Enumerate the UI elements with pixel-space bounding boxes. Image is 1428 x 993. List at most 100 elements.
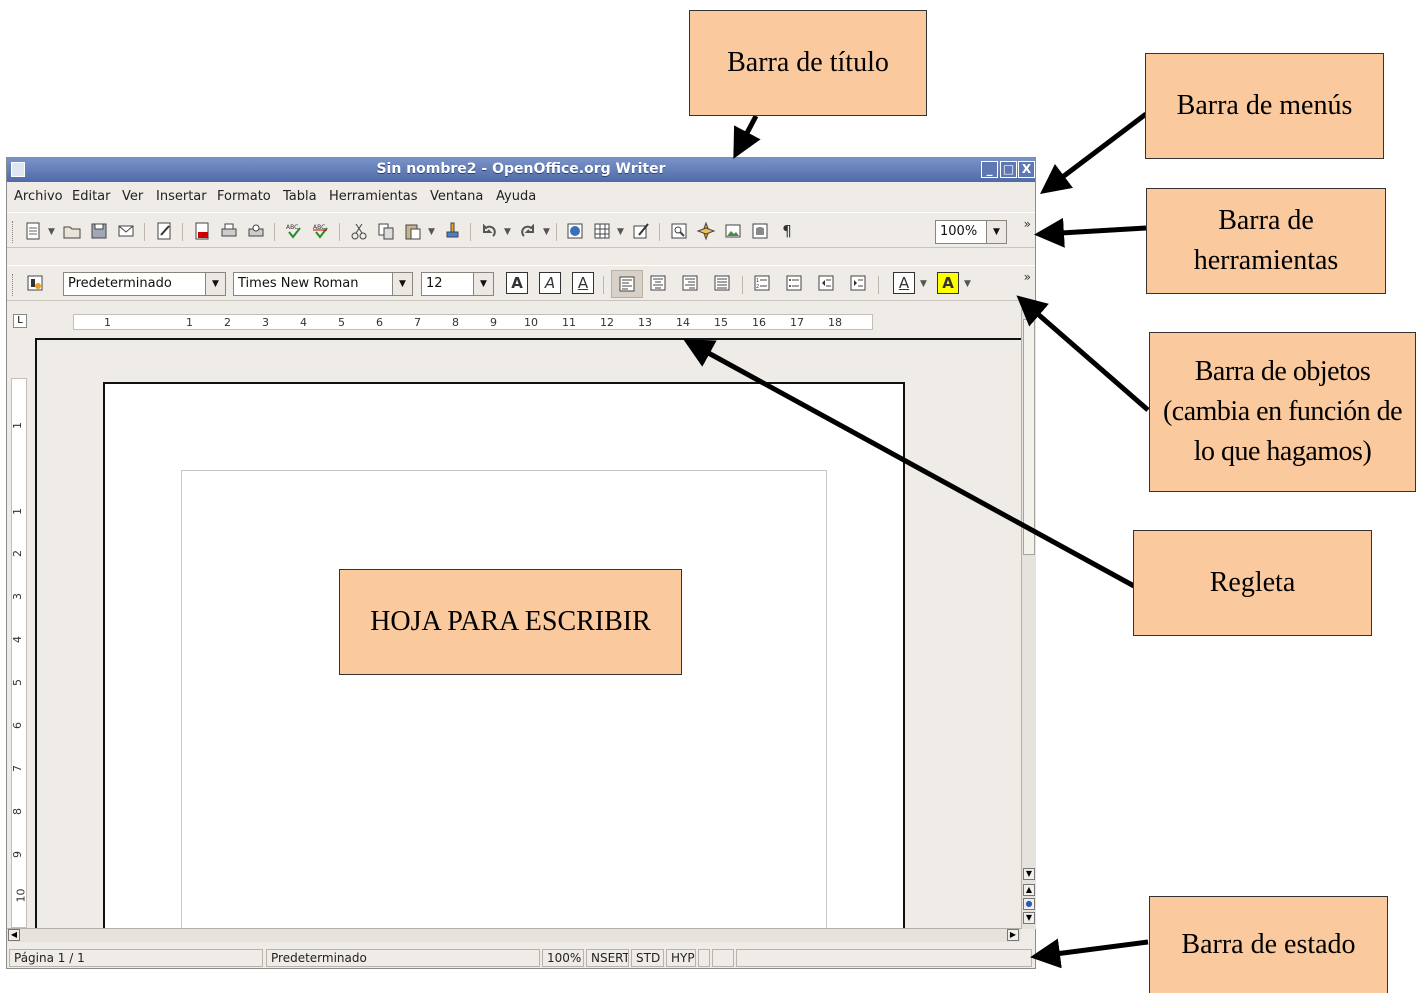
ruler-tick: 8 (11, 808, 24, 815)
undo-icon[interactable] (478, 220, 500, 242)
dropdown-arrow-icon[interactable]: ▼ (617, 227, 624, 237)
dropdown-arrow-icon[interactable]: ▼ (920, 279, 927, 289)
gallery-icon[interactable] (722, 220, 744, 242)
next-page-icon[interactable]: ▼ (1023, 912, 1035, 924)
find-replace-icon[interactable] (668, 220, 690, 242)
text-boundary[interactable] (181, 470, 827, 940)
hyperlink-icon[interactable] (564, 220, 586, 242)
align-left-button[interactable] (611, 270, 643, 298)
navigation-icon[interactable]: ● (1023, 898, 1035, 910)
font-name-combo[interactable]: Times New Roman ▼ (233, 272, 413, 296)
maximize-button[interactable]: □ (1000, 161, 1017, 178)
cut-icon[interactable] (348, 220, 370, 242)
autospellcheck-icon[interactable]: ABC (310, 220, 332, 242)
dropdown-arrow-icon[interactable]: ▼ (428, 227, 435, 237)
font-color-button[interactable]: A (893, 272, 915, 294)
menu-insertar[interactable]: Insertar (156, 189, 207, 204)
numbered-list-icon[interactable]: 12 (751, 272, 773, 294)
zoom-combo[interactable]: 100% ▼ (935, 220, 1007, 244)
align-center-icon[interactable] (647, 272, 669, 294)
styles-formatting-icon[interactable] (24, 272, 46, 294)
bullet-list-icon[interactable] (783, 272, 805, 294)
menu-ayuda[interactable]: Ayuda (496, 189, 536, 204)
status-zoom[interactable]: 100% (542, 949, 584, 967)
table-icon[interactable] (591, 220, 613, 242)
status-style[interactable]: Predeterminado (266, 949, 540, 967)
new-document-icon[interactable] (22, 220, 44, 242)
vertical-scrollbar[interactable]: ▼ ▲ ● ▼ (1021, 309, 1036, 929)
dropdown-arrow-icon[interactable]: ▼ (964, 279, 971, 289)
dropdown-arrow-icon[interactable]: ▼ (543, 227, 550, 237)
decrease-indent-icon[interactable] (815, 272, 837, 294)
export-pdf-icon[interactable] (191, 220, 213, 242)
open-folder-icon[interactable] (61, 220, 83, 242)
underline-button[interactable]: A (572, 272, 594, 294)
status-insert[interactable]: NSERT (586, 949, 629, 967)
close-button[interactable]: X (1018, 161, 1035, 178)
navigator-icon[interactable] (695, 220, 717, 242)
separator (339, 223, 340, 241)
paragraph-style-value: Predeterminado (68, 276, 172, 291)
chevron-down-icon[interactable]: ▼ (205, 273, 225, 295)
menu-herramientas[interactable]: Herramientas (329, 189, 418, 204)
redo-icon[interactable] (517, 220, 539, 242)
highlight-button[interactable]: A (937, 272, 959, 294)
bold-button[interactable]: A (506, 272, 528, 294)
data-sources-icon[interactable] (749, 220, 771, 242)
previous-page-icon[interactable]: ▲ (1023, 884, 1035, 896)
label-menu-bar: Barra de menús (1145, 53, 1384, 159)
dropdown-arrow-icon[interactable]: ▼ (504, 227, 511, 237)
format-paintbrush-icon[interactable] (441, 220, 463, 242)
minimize-button[interactable]: _ (981, 161, 998, 178)
status-selection[interactable]: STD (631, 949, 664, 967)
menu-editar[interactable]: Editar (72, 189, 111, 204)
toolbar-overflow-icon[interactable]: » (1024, 217, 1031, 231)
ruler-tick: 2 (11, 550, 24, 557)
paragraph-style-combo[interactable]: Predeterminado ▼ (63, 272, 226, 296)
horizontal-ruler[interactable]: 1 1 2 3 4 5 6 7 8 9 10 11 12 13 14 15 16… (73, 314, 873, 330)
draw-icon[interactable] (630, 220, 652, 242)
menu-formato[interactable]: Formato (217, 189, 271, 204)
menu-tabla[interactable]: Tabla (283, 189, 317, 204)
menu-archivo[interactable]: Archivo (14, 189, 63, 204)
separator (556, 223, 557, 241)
status-modified[interactable] (698, 949, 710, 967)
vertical-ruler[interactable]: 1 1 2 3 4 5 6 7 8 9 10 (11, 378, 28, 928)
print-icon[interactable] (218, 220, 240, 242)
chevron-down-icon[interactable]: ▼ (986, 221, 1006, 243)
italic-button[interactable]: A (539, 272, 561, 294)
zoom-value: 100% (940, 224, 978, 239)
dropdown-arrow-icon[interactable]: ▼ (48, 227, 55, 237)
toolbar-grip[interactable] (12, 221, 15, 243)
chevron-down-icon[interactable]: ▼ (392, 273, 412, 295)
spellcheck-icon[interactable]: ABC (283, 220, 305, 242)
horizontal-scrollbar[interactable]: ◀ ▶ (7, 928, 1021, 942)
arrow-status (1030, 938, 1149, 969)
status-page[interactable]: Página 1 / 1 (9, 949, 263, 967)
font-size-combo[interactable]: 12 ▼ (421, 272, 494, 296)
menu-ver[interactable]: Ver (122, 189, 143, 204)
status-hyphen[interactable]: HYP (666, 949, 696, 967)
status-signature[interactable] (712, 949, 734, 967)
chevron-down-icon[interactable]: ▼ (473, 273, 493, 295)
paste-icon[interactable] (402, 220, 424, 242)
pilcrow-icon[interactable]: ¶ (776, 220, 798, 242)
edit-file-icon[interactable] (153, 220, 175, 242)
toolbar-overflow-icon[interactable]: » (1024, 270, 1031, 284)
menu-ventana[interactable]: Ventana (430, 189, 483, 204)
toolbar-grip[interactable] (12, 274, 15, 296)
copy-icon[interactable] (375, 220, 397, 242)
save-icon[interactable] (88, 220, 110, 242)
justify-icon[interactable] (711, 272, 733, 294)
align-right-icon[interactable] (679, 272, 701, 294)
print-preview-icon[interactable] (245, 220, 267, 242)
scroll-right-icon[interactable]: ▶ (1007, 929, 1019, 941)
scroll-down-icon[interactable]: ▼ (1023, 868, 1035, 880)
tab-stop-selector[interactable]: L (13, 314, 27, 328)
scrollbar-thumb[interactable] (1023, 319, 1035, 555)
scroll-left-icon[interactable]: ◀ (8, 929, 20, 941)
email-icon[interactable] (115, 220, 137, 242)
increase-indent-icon[interactable] (847, 272, 869, 294)
status-info (736, 949, 1032, 967)
title-bar[interactable]: Sin nombre2 - OpenOffice.org Writer _ □ … (7, 158, 1035, 182)
